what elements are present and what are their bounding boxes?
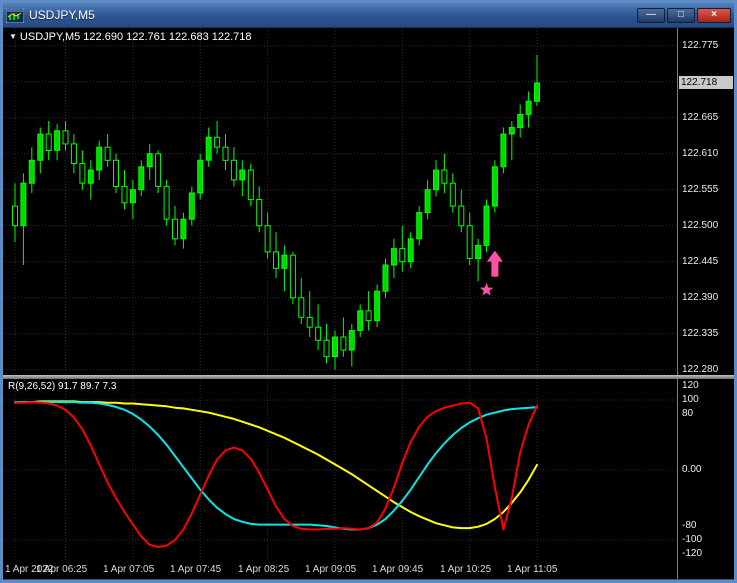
current-price-box: 122.718 [679,76,733,89]
window-titlebar[interactable]: USDJPY,M5 — □ × [3,3,734,28]
price-axis-label: 122.610 [682,148,719,159]
yellow-line [14,400,538,530]
indicator-row: R(9,26,52) 91.7 89.7 7.3 120 100 80 0.00 -80… [3,379,734,562]
window-controls: — □ × [635,7,731,23]
time-axis-label: 1 Apr 11:05 [507,564,558,575]
main-chart-row: ▼ USDJPY,M5 122.690 122.761 122.683 122.7… [3,28,734,375]
indicator-axis-label: -120 [682,548,703,559]
price-axis-label: 122.280 [682,364,719,375]
time-axis-label: 1 Apr 08:25 [238,564,290,575]
indicator-axis-label: -100 [682,534,703,545]
chart-content: ▼ USDJPY,M5 122.690 122.761 122.683 122.7… [3,28,734,579]
minimize-button[interactable]: — [637,7,665,23]
ohlc-readout: USDJPY,M5 122.690 122.761 122.683 122.71… [19,31,252,43]
axis-corner [677,562,734,579]
price-axis-label: 122.555 [682,184,719,195]
maximize-button[interactable]: □ [667,7,695,23]
price-axis[interactable]: 122.775 122.665 122.610 122.555 122.500 122.4… [677,28,734,375]
chevron-down-icon[interactable]: ▼ [9,32,17,41]
chart-info-line[interactable]: ▼ USDJPY,M5 122.690 122.761 122.683 122.7… [9,31,252,43]
cyan-line [14,401,538,531]
close-button[interactable]: × [697,7,731,23]
price-axis-label: 122.390 [682,292,719,303]
price-axis-label: 122.500 [682,220,719,231]
time-axis-row: 1 Apr 2022 1 Apr 06:25 1 Apr 07:05 1 Apr 07… [3,562,734,579]
time-axis[interactable]: 1 Apr 2022 1 Apr 06:25 1 Apr 07:05 1 Apr 07… [3,562,677,579]
time-axis-label: 1 Apr 07:05 [103,564,155,575]
window-title: USDJPY,M5 [29,8,95,22]
app-icon [6,7,24,23]
price-axis-label: 122.335 [682,328,719,339]
indicator-axis-label: 80 [682,408,694,419]
time-axis-label: 1 Apr 09:45 [372,564,424,575]
time-axis-label: 1 Apr 09:05 [305,564,357,575]
indicator-axis-label: -80 [682,520,697,531]
time-axis-label: 1 Apr 07:45 [170,564,222,575]
indicator-axis[interactable]: 120 100 80 0.00 -80 -100 -120 [677,379,734,562]
time-axis-label: 1 Apr 06:25 [36,564,88,575]
indicator-axis-label: 120 [682,380,699,391]
time-axis-label: 1 Apr 10:25 [440,564,492,575]
price-axis-label: 122.445 [682,256,719,267]
indicator-pane[interactable]: R(9,26,52) 91.7 89.7 7.3 [3,379,677,562]
price-axis-label: 122.665 [682,112,719,123]
application-window: USDJPY,M5 — □ × ▼ USDJPY,M5 122.690 122.7… [0,0,737,583]
price-axis-label: 122.775 [682,40,719,51]
indicator-axis-label: 100 [682,394,699,405]
indicator-axis-label: 0.00 [682,464,702,475]
candlestick-chart[interactable]: ▼ USDJPY,M5 122.690 122.761 122.683 122.7… [3,28,677,375]
indicator-label: R(9,26,52) 91.7 89.7 7.3 [8,381,117,392]
